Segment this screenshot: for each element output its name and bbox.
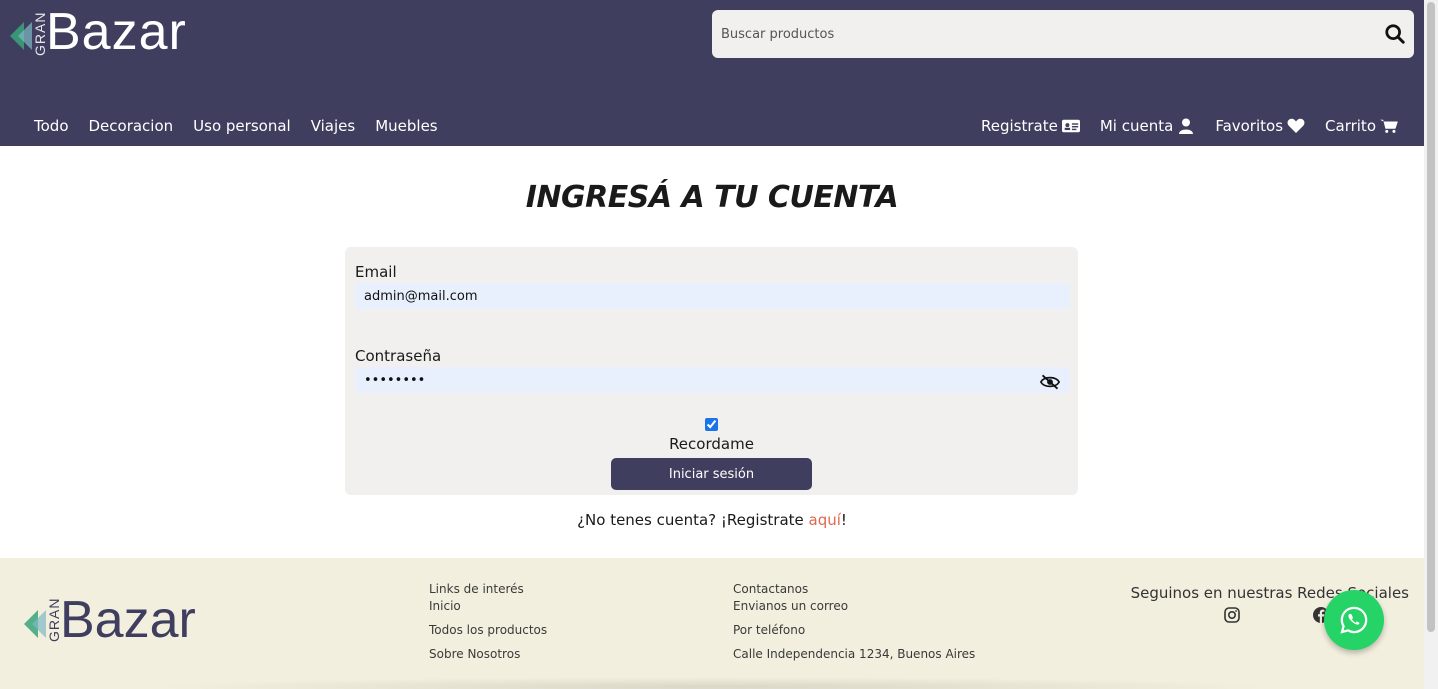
instagram-icon[interactable] — [1224, 607, 1240, 623]
nav-registrate-label: Registrate — [981, 117, 1058, 135]
footer-contact-title: Contactanos — [733, 582, 809, 596]
nav-registrate[interactable]: Registrate — [981, 117, 1080, 135]
search-input[interactable] — [712, 10, 1372, 58]
footer-contact-column: Contactanos Envianos un correo Por teléf… — [733, 582, 975, 666]
footer-links-column: Links de interés Inicio Todos los produc… — [429, 582, 547, 666]
footer-contact-phone[interactable]: Por teléfono — [733, 618, 975, 642]
nav-todo[interactable]: Todo — [34, 117, 69, 135]
login-button[interactable]: Iniciar sesión — [611, 458, 812, 490]
footer-logo-bazar-text: Bazar — [60, 591, 196, 649]
password-field[interactable] — [355, 367, 1070, 393]
nav-muebles[interactable]: Muebles — [375, 117, 437, 135]
register-link[interactable]: aquí — [809, 511, 841, 529]
email-label: Email — [355, 263, 397, 281]
footer-link-sobre-nosotros[interactable]: Sobre Nosotros — [429, 642, 547, 666]
remember-checkbox[interactable] — [705, 418, 718, 431]
whatsapp-icon — [1340, 606, 1368, 634]
nav-carrito-label: Carrito — [1325, 117, 1376, 135]
brand-logo[interactable]: GRAN Bazar — [10, 3, 220, 61]
nav-mi-cuenta-label: Mi cuenta — [1099, 117, 1174, 135]
toggle-password-visibility-icon[interactable] — [1040, 374, 1060, 390]
nav-carrito[interactable]: Carrito — [1325, 117, 1398, 135]
account-nav: Registrate Mi cuenta Favoritos Carrito — [981, 117, 1398, 135]
category-nav: Todo Decoracion Uso personal Viajes Mueb… — [34, 117, 438, 135]
logo-bazar-text: Bazar — [46, 3, 187, 61]
search-bar — [712, 10, 1414, 58]
search-icon[interactable] — [1384, 23, 1406, 45]
login-form: Email Contraseña Recordame Iniciar sesió… — [345, 247, 1078, 495]
nav-favoritos[interactable]: Favoritos — [1215, 117, 1305, 135]
nav-favoritos-label: Favoritos — [1215, 117, 1284, 135]
page-title: INGRESÁ A TU CUENTA — [525, 180, 899, 215]
user-icon — [1179, 118, 1194, 134]
footer-contact-address[interactable]: Calle Independencia 1234, Buenos Aires — [733, 642, 975, 666]
register-prompt: ¿No tenes cuenta? ¡Registrate aquí! — [0, 511, 1424, 529]
footer-contact-email[interactable]: Envianos un correo — [733, 598, 975, 614]
nav-mi-cuenta[interactable]: Mi cuenta — [1100, 117, 1195, 135]
scrollbar-thumb[interactable] — [1427, 2, 1435, 632]
heart-icon — [1287, 118, 1305, 133]
nav-viajes[interactable]: Viajes — [311, 117, 356, 135]
footer-links-title: Links de interés — [429, 582, 524, 596]
footer-shadow — [150, 677, 1280, 689]
cart-icon — [1380, 119, 1398, 133]
register-prompt-suffix: ! — [840, 511, 847, 529]
id-card-icon — [1061, 119, 1080, 133]
nav-uso-personal[interactable]: Uso personal — [193, 117, 291, 135]
remember-label: Recordame — [669, 435, 754, 453]
footer-logo[interactable]: GRAN Bazar — [24, 591, 234, 649]
email-field[interactable] — [355, 283, 1070, 309]
password-label: Contraseña — [355, 347, 442, 365]
site-footer: GRAN Bazar Links de interés Inicio Todos… — [0, 558, 1424, 689]
footer-link-todos-productos[interactable]: Todos los productos — [429, 618, 547, 642]
nav-decoracion[interactable]: Decoracion — [89, 117, 174, 135]
page-scrollbar[interactable] — [1424, 0, 1438, 689]
footer-link-inicio[interactable]: Inicio — [429, 598, 547, 614]
register-prompt-prefix: ¿No tenes cuenta? ¡Registrate — [577, 511, 809, 529]
site-header: GRAN Bazar Todo Decoracion Uso personal … — [0, 0, 1424, 146]
whatsapp-button[interactable] — [1324, 590, 1384, 650]
